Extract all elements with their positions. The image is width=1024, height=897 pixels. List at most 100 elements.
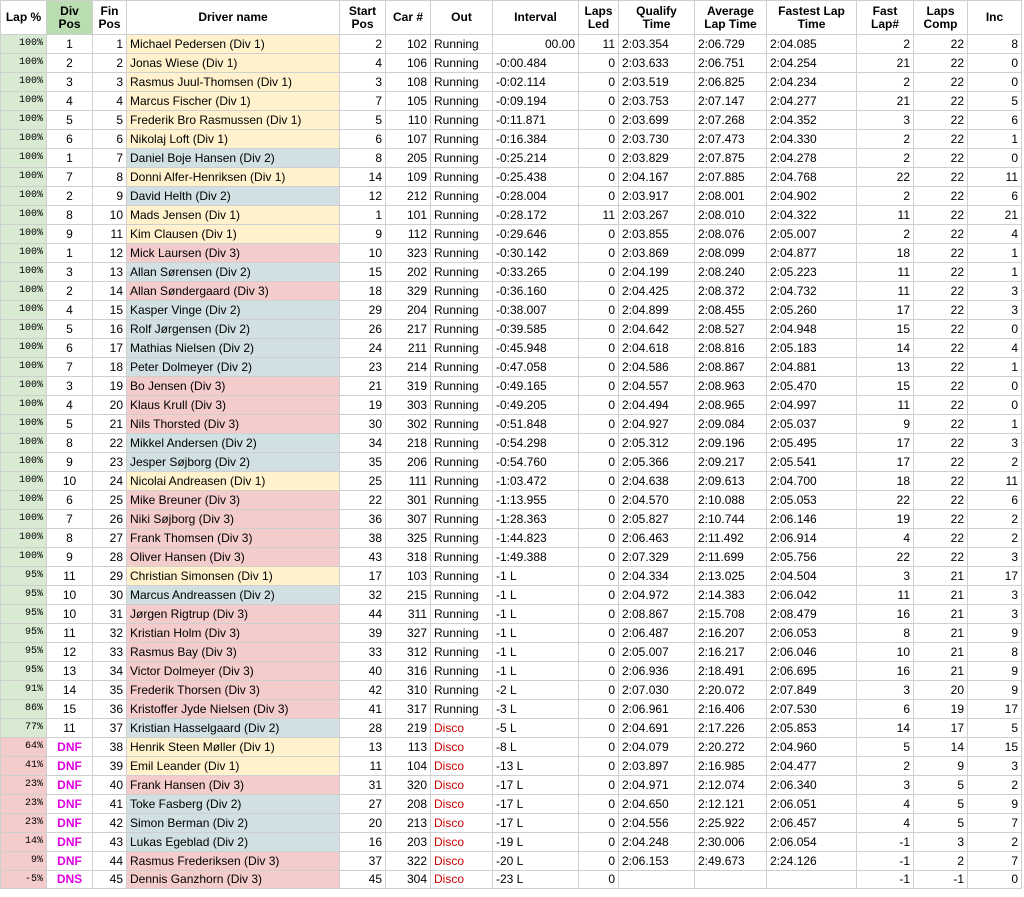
cell-qualify-time[interactable]: 2:03.917 [618,186,695,206]
cell-interval[interactable]: -0:38.007 [492,300,579,320]
cell-fin-pos[interactable]: 33 [92,642,127,662]
cell-div-pos[interactable]: 5 [46,414,93,434]
cell-fast-lap-number[interactable]: 4 [856,794,914,814]
cell-incidents[interactable]: 1 [967,357,1022,377]
cell-driver-name[interactable]: Emil Leander (Div 1) [126,756,340,776]
cell-interval[interactable]: -0:49.205 [492,395,579,415]
cell-interval[interactable]: -0:16.384 [492,129,579,149]
cell-fastest-lap-time[interactable]: 2:05.541 [766,452,857,472]
cell-laps-comp[interactable]: 14 [913,737,968,757]
cell-incidents[interactable]: 9 [967,680,1022,700]
cell-fastest-lap-time[interactable]: 2:04.960 [766,737,857,757]
cell-div-pos[interactable]: 11 [46,566,93,586]
cell-incidents[interactable]: 3 [967,300,1022,320]
cell-lap-pct[interactable]: 100% [0,262,47,282]
cell-start-pos[interactable]: 19 [339,395,386,415]
cell-lap-pct[interactable]: 23% [0,775,47,795]
cell-lap-pct[interactable]: 23% [0,794,47,814]
cell-laps-led[interactable]: 0 [578,528,619,548]
header-car-number[interactable]: Car # [385,0,431,35]
cell-start-pos[interactable]: 35 [339,452,386,472]
cell-laps-led[interactable]: 0 [578,680,619,700]
cell-div-pos[interactable]: DNF [46,832,93,852]
cell-laps-comp[interactable]: 22 [913,262,968,282]
cell-interval[interactable]: -0:30.142 [492,243,579,263]
cell-driver-name[interactable]: Nicolai Andreasen (Div 1) [126,471,340,491]
cell-laps-led[interactable]: 0 [578,775,619,795]
cell-fastest-lap-time[interactable]: 2:06.053 [766,623,857,643]
cell-fast-lap-number[interactable]: 17 [856,452,914,472]
cell-laps-led[interactable]: 0 [578,186,619,206]
cell-laps-comp[interactable]: 17 [913,718,968,738]
cell-incidents[interactable]: 0 [967,376,1022,396]
cell-incidents[interactable]: 17 [967,566,1022,586]
cell-div-pos[interactable]: DNS [46,870,93,889]
cell-qualify-time[interactable]: 2:04.334 [618,566,695,586]
cell-average-lap-time[interactable]: 2:13.025 [694,566,767,586]
cell-start-pos[interactable]: 38 [339,528,386,548]
cell-incidents[interactable]: 0 [967,72,1022,92]
cell-qualify-time[interactable]: 2:03.354 [618,34,695,54]
cell-average-lap-time[interactable]: 2:08.076 [694,224,767,244]
cell-start-pos[interactable]: 41 [339,699,386,719]
cell-start-pos[interactable]: 3 [339,72,386,92]
cell-fastest-lap-time[interactable]: 2:04.732 [766,281,857,301]
cell-car-number[interactable]: 110 [385,110,431,130]
cell-lap-pct[interactable]: 100% [0,338,47,358]
cell-fastest-lap-time[interactable]: 2:04.948 [766,319,857,339]
cell-car-number[interactable]: 102 [385,34,431,54]
cell-start-pos[interactable]: 22 [339,490,386,510]
cell-car-number[interactable]: 311 [385,604,431,624]
cell-driver-name[interactable]: Kristian Hasselgaard (Div 2) [126,718,340,738]
cell-laps-led[interactable]: 0 [578,338,619,358]
cell-qualify-time[interactable]: 2:04.691 [618,718,695,738]
cell-interval[interactable]: -1 L [492,566,579,586]
cell-interval[interactable]: -1 L [492,623,579,643]
cell-div-pos[interactable]: 3 [46,262,93,282]
cell-qualify-time[interactable]: 2:04.650 [618,794,695,814]
cell-div-pos[interactable]: 3 [46,376,93,396]
cell-laps-comp[interactable]: 22 [913,243,968,263]
cell-out-status[interactable]: Disco [430,737,493,757]
cell-div-pos[interactable]: 2 [46,186,93,206]
cell-interval[interactable]: -0:36.160 [492,281,579,301]
cell-start-pos[interactable]: 17 [339,566,386,586]
cell-fastest-lap-time[interactable]: 2:05.495 [766,433,857,453]
cell-qualify-time[interactable]: 2:03.519 [618,72,695,92]
header-average-lap-time[interactable]: Average Lap Time [694,0,767,35]
cell-start-pos[interactable]: 13 [339,737,386,757]
cell-laps-comp[interactable]: 22 [913,528,968,548]
cell-start-pos[interactable]: 31 [339,775,386,795]
cell-fastest-lap-time[interactable]: 2:04.877 [766,243,857,263]
cell-interval[interactable]: -0:25.438 [492,167,579,187]
cell-div-pos[interactable]: 13 [46,661,93,681]
cell-start-pos[interactable]: 6 [339,129,386,149]
cell-driver-name[interactable]: Allan Søndergaard (Div 3) [126,281,340,301]
cell-laps-led[interactable]: 0 [578,148,619,168]
cell-lap-pct[interactable]: 100% [0,357,47,377]
cell-fast-lap-number[interactable]: 22 [856,167,914,187]
cell-div-pos[interactable]: 10 [46,585,93,605]
cell-driver-name[interactable]: Oliver Hansen (Div 3) [126,547,340,567]
cell-qualify-time[interactable]: 2:03.897 [618,756,695,776]
cell-lap-pct[interactable]: 100% [0,471,47,491]
cell-out-status[interactable]: Running [430,395,493,415]
cell-fin-pos[interactable]: 19 [92,376,127,396]
cell-fin-pos[interactable]: 35 [92,680,127,700]
cell-laps-led[interactable]: 0 [578,376,619,396]
cell-start-pos[interactable]: 12 [339,186,386,206]
cell-qualify-time[interactable]: 2:07.030 [618,680,695,700]
cell-average-lap-time[interactable]: 2:17.226 [694,718,767,738]
cell-car-number[interactable]: 214 [385,357,431,377]
cell-average-lap-time[interactable]: 2:30.006 [694,832,767,852]
cell-out-status[interactable]: Running [430,300,493,320]
cell-fast-lap-number[interactable]: 14 [856,338,914,358]
cell-car-number[interactable]: 316 [385,661,431,681]
cell-div-pos[interactable]: 1 [46,148,93,168]
cell-lap-pct[interactable]: 100% [0,224,47,244]
cell-average-lap-time[interactable]: 2:08.527 [694,319,767,339]
cell-average-lap-time[interactable]: 2:11.492 [694,528,767,548]
cell-incidents[interactable]: 7 [967,813,1022,833]
cell-laps-led[interactable]: 0 [578,53,619,73]
cell-qualify-time[interactable]: 2:03.829 [618,148,695,168]
